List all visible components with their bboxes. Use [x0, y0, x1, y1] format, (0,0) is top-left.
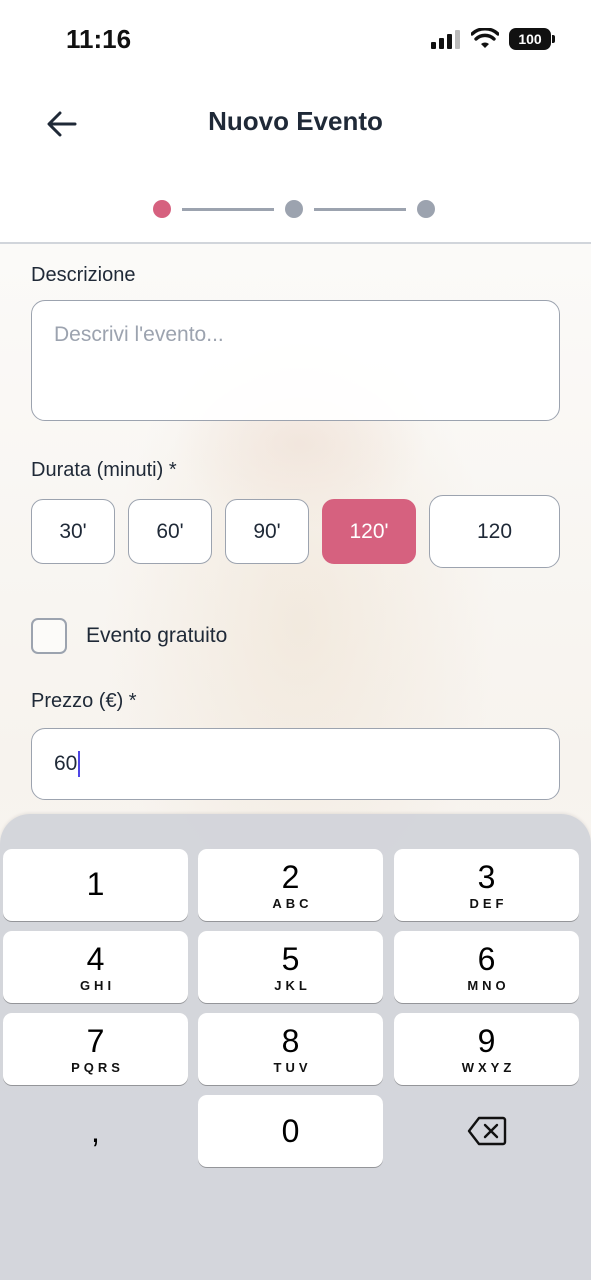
- description-placeholder: Descrivi l'evento...: [54, 323, 224, 346]
- numeric-keypad: 1 2 ABC 3 DEF 4 GHI 5 JKL 6 MNO 7 PQRS 8…: [0, 814, 591, 1280]
- price-label: Prezzo (€) *: [31, 690, 137, 712]
- duration-option-60[interactable]: 60': [128, 499, 212, 564]
- key-9[interactable]: 9 WXYZ: [394, 1013, 579, 1085]
- signal-icon: [431, 30, 460, 49]
- status-bar: 11:16 100: [0, 0, 591, 80]
- backspace-icon: [467, 1116, 506, 1146]
- description-label: Descrizione: [31, 264, 136, 286]
- key-1[interactable]: 1: [3, 849, 188, 921]
- step-dot-2: [285, 200, 303, 218]
- free-event-label: Evento gratuito: [86, 624, 228, 647]
- step-connector: [314, 207, 406, 211]
- price-value: 60: [54, 752, 78, 775]
- step-connector: [182, 207, 274, 211]
- key-2[interactable]: 2 ABC: [198, 849, 383, 921]
- key-comma[interactable]: ,: [3, 1095, 188, 1167]
- delete-key[interactable]: [394, 1095, 579, 1167]
- text-cursor: [78, 751, 81, 777]
- key-8[interactable]: 8 TUV: [198, 1013, 383, 1085]
- price-input[interactable]: 60: [31, 728, 560, 800]
- key-4[interactable]: 4 GHI: [3, 931, 188, 1003]
- wifi-icon: [471, 28, 499, 48]
- status-icons: 100: [431, 28, 555, 50]
- free-event-checkbox[interactable]: [31, 618, 67, 654]
- key-6[interactable]: 6 MNO: [394, 931, 579, 1003]
- free-event-row: Evento gratuito: [31, 618, 227, 654]
- status-time: 11:16: [66, 24, 132, 54]
- page-title: Nuovo Evento: [208, 106, 383, 136]
- duration-option-30[interactable]: 30': [31, 499, 115, 564]
- step-dot-1: [153, 200, 171, 218]
- step-dot-3: [417, 200, 435, 218]
- header: Nuovo Evento: [0, 80, 591, 244]
- step-indicator: [153, 200, 435, 218]
- duration-option-90[interactable]: 90': [225, 499, 309, 564]
- duration-options: 30' 60' 90' 120': [31, 499, 416, 564]
- key-5[interactable]: 5 JKL: [198, 931, 383, 1003]
- key-0[interactable]: 0: [198, 1095, 383, 1167]
- key-7[interactable]: 7 PQRS: [3, 1013, 188, 1085]
- duration-custom-input[interactable]: 120: [429, 495, 560, 568]
- description-textarea[interactable]: Descrivi l'evento...: [31, 300, 560, 421]
- duration-label: Durata (minuti) *: [31, 459, 177, 481]
- duration-option-120[interactable]: 120': [322, 499, 416, 564]
- battery-indicator: 100: [509, 28, 555, 50]
- key-3[interactable]: 3 DEF: [394, 849, 579, 921]
